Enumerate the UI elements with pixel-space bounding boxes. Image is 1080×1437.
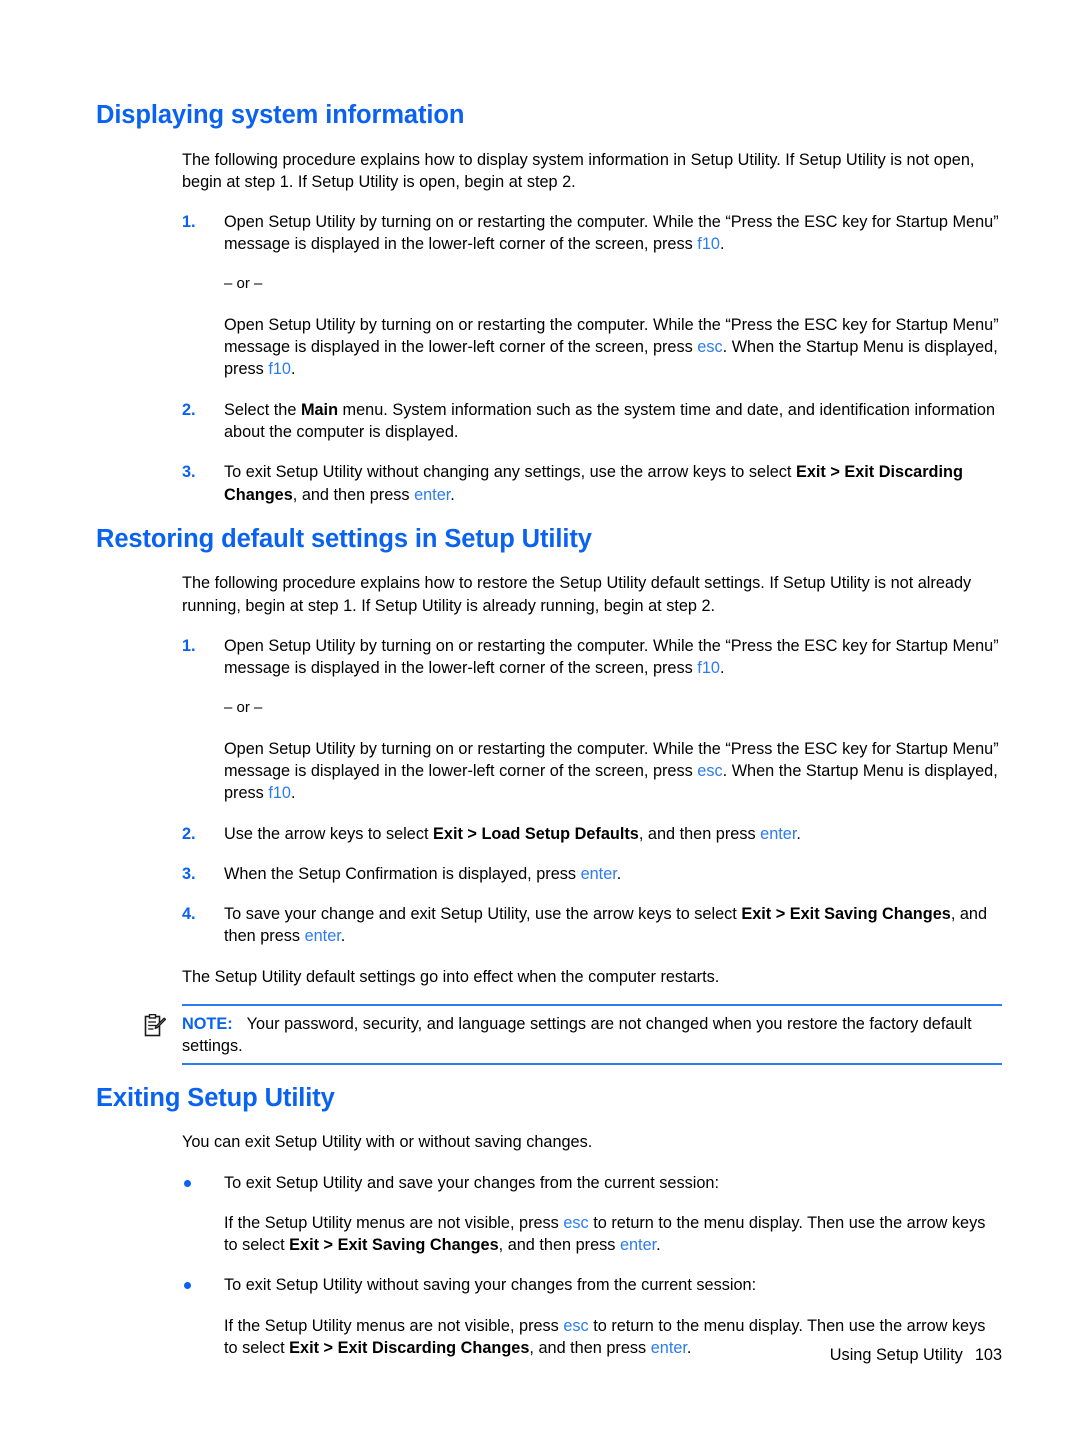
list-item: To exit Setup Utility and save your chan… [96,1172,1002,1194]
step-marker: 4. [182,905,196,924]
note-label: NOTE: [182,1015,233,1034]
section-closing-paragraph: The Setup Utility default settings go in… [182,967,720,986]
menu-path: Exit > Exit Saving Changes [289,1236,499,1255]
detail-text-part: If the Setup Utility menus are not visib… [224,1316,564,1335]
detail-text-part: . [656,1236,661,1255]
step-text-part: Select the [224,400,301,419]
list-item: 1. Open Setup Utility by turning on or r… [96,211,1002,256]
or-separator: – or – [224,698,263,716]
bullet-lead-text: To exit Setup Utility without saving you… [224,1276,757,1295]
list-item: 3. To exit Setup Utility without changin… [96,461,1002,506]
key-name: f10 [268,784,291,803]
list-item: To exit Setup Utility without saving you… [96,1274,1002,1296]
step-marker: 2. [182,400,196,419]
page-footer: Using Setup Utility 103 [96,1345,1002,1365]
step-text-part: . [719,235,725,254]
step-text: When the Setup Confirmation is displayed… [224,865,621,883]
bullet-detail-text: If the Setup Utility menus are not visib… [96,1212,1002,1257]
section-intro-paragraph: The following procedure explains how to … [182,574,972,615]
step-text-part: Use the arrow keys to select [224,824,434,843]
step-text-part: , and then press [292,485,415,504]
bullet-list-exiting-2: To exit Setup Utility without saving you… [96,1274,1002,1296]
list-item: 3. When the Setup Confirmation is displa… [96,863,1002,885]
key-name: esc [563,1213,589,1232]
list-item: 2. Use the arrow keys to select Exit > L… [96,823,1002,845]
detail-text-part: If the Setup Utility menus are not visib… [224,1213,564,1232]
page-title: Displaying system information [96,101,465,129]
bullet-dot-icon [184,1282,191,1290]
detail-text-part: , and then press [498,1236,620,1255]
bullet-dot-icon [184,1179,191,1187]
key-name: f10 [268,360,291,379]
step-marker: 3. [182,864,196,883]
ordered-step-list-displaying: 1. Open Setup Utility by turning on or r… [96,211,1002,256]
list-item: 1. Open Setup Utility by turning on or r… [96,635,1002,680]
or-separator: – or – [224,274,263,292]
alt-text-part: . [290,784,296,803]
key-name: f10 [697,659,720,678]
step-text-part: Open Setup Utility by turning on or rest… [224,637,999,678]
step-text-part: Open Setup Utility by turning on or rest… [224,213,999,254]
step-text: Open Setup Utility by turning on or rest… [224,213,999,253]
step-marker: 3. [182,463,196,482]
ordered-step-list-displaying-cont: 2. Select the Main menu. System informat… [96,399,1002,506]
key-name: esc [563,1316,589,1335]
key-name: enter [414,485,451,504]
section-intro-paragraph: You can exit Setup Utility with or witho… [182,1133,593,1152]
footer-title: Using Setup Utility [829,1346,963,1364]
alternate-step-text: Open Setup Utility by turning on or rest… [96,314,1002,381]
bullet-lead-text: To exit Setup Utility and save your chan… [224,1173,720,1192]
step-text-part: . [719,659,725,678]
menu-name: Main [300,400,339,419]
menu-path: Exit > Load Setup Defaults [433,824,639,843]
step-text: Open Setup Utility by turning on or rest… [224,637,999,677]
key-name: esc [697,338,723,357]
ordered-step-list-restoring-cont: 2. Use the arrow keys to select Exit > L… [96,823,1002,948]
note-body: NOTE: Your password, security, and langua… [182,1004,1002,1065]
step-marker: 2. [182,824,196,843]
step-text-part: To save your change and exit Setup Utili… [224,905,742,924]
key-name: enter [760,824,797,843]
key-name: esc [697,761,723,780]
step-text-part: , and then press [638,824,761,843]
step-text: To exit Setup Utility without changing a… [224,463,963,503]
step-marker: 1. [182,213,196,232]
footer-page-number: 103 [974,1346,1002,1364]
document-page: Displaying system information The follow… [0,0,1080,1437]
step-text-part: . [340,927,346,946]
note-callout: NOTE: Your password, security, and langua… [96,1004,1002,1065]
section-intro-paragraph: The following procedure explains how to … [182,150,975,191]
note-text: Your password, security, and language se… [182,1015,972,1056]
step-text-part: . [796,824,801,843]
key-name: f10 [697,235,720,254]
step-text-part: menu. System information such as the sys… [224,400,996,441]
key-name: enter [619,1236,657,1255]
key-name: enter [580,864,617,883]
page-content: Displaying system information The follow… [96,100,1002,1377]
ordered-step-list-restoring: 1. Open Setup Utility by turning on or r… [96,635,1002,680]
step-text: Select the Main menu. System information… [224,401,995,441]
step-text-part: . [616,864,622,883]
bullet-list-exiting: To exit Setup Utility and save your chan… [96,1172,1002,1194]
alt-text-part: . [290,360,296,379]
section-heading-exiting: Exiting Setup Utility [96,1083,335,1112]
list-item: 4. To save your change and exit Setup Ut… [96,903,1002,948]
step-text: To save your change and exit Setup Utili… [224,905,987,945]
alternate-step-text: Open Setup Utility by turning on or rest… [96,738,1002,805]
step-text: Use the arrow keys to select Exit > Load… [224,825,801,843]
step-text-part: . [450,485,455,504]
menu-path: Exit > Exit Saving Changes [741,905,951,924]
list-item: 2. Select the Main menu. System informat… [96,399,1002,444]
step-marker: 1. [182,637,196,656]
step-text-part: When the Setup Confirmation is displayed… [224,864,581,883]
key-name: enter [304,927,341,946]
step-text-part: To exit Setup Utility without changing a… [224,463,796,482]
section-heading-restoring: Restoring default settings in Setup Util… [96,524,592,553]
note-clipboard-icon [144,1013,167,1038]
